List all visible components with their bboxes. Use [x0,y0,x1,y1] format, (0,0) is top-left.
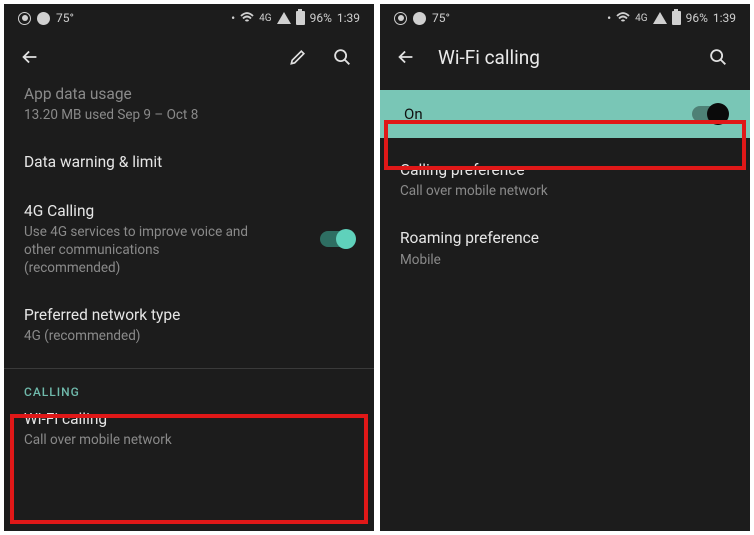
signal-icon [277,12,291,24]
item-title: Preferred network type [24,305,354,325]
item-preferred-network[interactable]: Preferred network type 4G (recommended) [24,291,354,359]
status-temp: 75° [56,11,74,25]
instagram-icon [18,12,31,25]
item-roaming-preference[interactable]: Roaming preference Mobile [400,214,730,282]
item-subtitle: Call over mobile network [24,431,354,449]
item-app-data-usage[interactable]: App data usage 13.20 MB used Sep 9 – Oct… [24,82,354,138]
dot-icon: • [607,11,611,25]
toggle-wifi-calling-row[interactable]: On [380,90,750,138]
status-bar: 75° • 4G 96% 1:39 [380,4,750,32]
screen-network-settings: 75° • 4G 96% 1:39 App data usage 13.2 [4,4,374,531]
item-title: App data usage [24,84,354,104]
toggle-4g[interactable] [320,231,354,247]
instagram-icon [394,12,407,25]
edit-button[interactable] [286,45,310,69]
net-label: 4G [259,13,271,24]
item-subtitle: Mobile [400,251,730,269]
item-4g-calling[interactable]: 4G Calling Use 4G services to improve vo… [24,187,354,292]
page-title: Wi-Fi calling [438,46,686,69]
battery-icon [296,11,305,25]
battery-pct: 96% [686,11,708,25]
item-subtitle: Use 4G services to improve voice and oth… [24,223,254,278]
toggle-label: On [404,105,682,123]
item-title: Calling preference [400,160,730,180]
item-title: Data warning & limit [24,152,354,172]
clock: 1:39 [337,11,360,25]
item-title: Wi-Fi calling [24,409,354,429]
search-button[interactable] [706,45,730,69]
toggle-wifi-calling[interactable] [692,106,726,122]
item-subtitle: 4G (recommended) [24,327,354,345]
back-button[interactable] [394,45,418,69]
app-bar: Wi-Fi calling [380,32,750,82]
settings-list: App data usage 13.20 MB used Sep 9 – Oct… [4,82,374,531]
item-title: Roaming preference [400,228,730,248]
item-title: 4G Calling [24,201,310,221]
back-button[interactable] [18,45,42,69]
item-data-warning[interactable]: Data warning & limit [24,138,354,186]
signal-icon [653,12,667,24]
section-header-calling: CALLING [24,369,354,409]
clock: 1:39 [713,11,736,25]
net-label: 4G [635,13,647,24]
search-button[interactable] [330,45,354,69]
battery-pct: 96% [310,11,332,25]
messenger-icon [37,12,50,25]
dot-icon: • [231,11,235,25]
status-temp: 75° [432,11,450,25]
screen-wifi-calling: 75° • 4G 96% 1:39 Wi-Fi calling On Cal [380,4,750,531]
battery-icon [672,11,681,25]
item-wifi-calling[interactable]: Wi-Fi calling Call over mobile network [24,409,354,463]
messenger-icon [413,12,426,25]
wifi-icon [240,11,254,25]
status-bar: 75° • 4G 96% 1:39 [4,4,374,32]
item-calling-preference[interactable]: Calling preference Call over mobile netw… [400,138,730,214]
item-subtitle: Call over mobile network [400,182,730,200]
settings-list: On Calling preference Call over mobile n… [380,82,750,531]
wifi-icon [616,11,630,25]
item-subtitle: 13.20 MB used Sep 9 – Oct 8 [24,106,354,124]
app-bar [4,32,374,82]
